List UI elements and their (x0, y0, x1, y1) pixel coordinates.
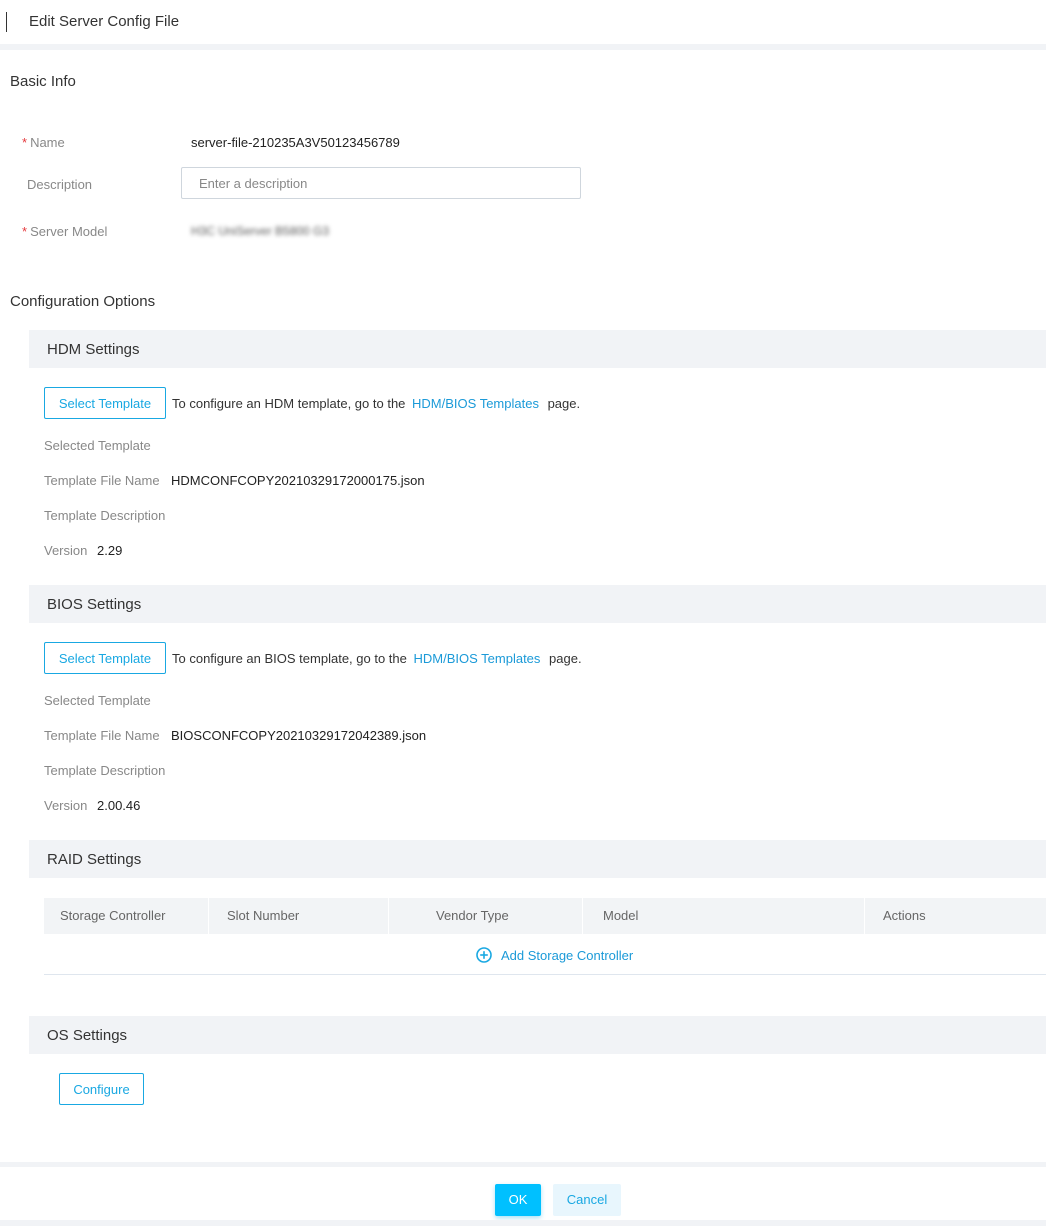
hdm-version-value: 2.29 (97, 543, 123, 558)
page-title: Edit Server Config File (29, 13, 180, 30)
hdm-hint-suffix: page. (547, 396, 581, 411)
bios-selected-template-label: Selected Template (44, 693, 151, 708)
cancel-button[interactable]: Cancel (553, 1184, 621, 1216)
hdm-description-label: Template Description (44, 508, 166, 523)
hdm-settings-title: HDM Settings (47, 341, 140, 358)
column-header-vendor-type: Vendor Type (389, 898, 582, 934)
os-configure-button[interactable]: Configure (59, 1073, 144, 1105)
raid-settings-header (29, 840, 1046, 878)
raid-table-bottom-border (44, 974, 1046, 975)
header-accent-bar (6, 12, 7, 32)
column-header-model: Model (583, 898, 864, 934)
description-label: Description (27, 177, 93, 192)
hdm-hint-prefix: To configure an HDM template, go to the (172, 396, 406, 411)
column-header-slot-number: Slot Number (209, 898, 388, 934)
required-asterisk: * (22, 135, 28, 150)
add-storage-controller-label: Add Storage Controller (501, 947, 634, 963)
footer-divider-top (0, 1162, 1046, 1167)
name-label-text: Name (30, 135, 65, 150)
description-input[interactable] (181, 167, 581, 199)
bios-version-value: 2.00.46 (97, 798, 141, 813)
header-divider (0, 44, 1046, 50)
bios-version-label: Version (44, 798, 88, 813)
os-settings-header (29, 1016, 1046, 1054)
hdm-file-name-label: Template File Name (44, 473, 160, 488)
bios-hint-suffix: page. (549, 651, 582, 666)
column-header-actions: Actions (865, 898, 1046, 934)
server-model-label: * Server Model (22, 224, 107, 239)
required-asterisk: * (22, 224, 28, 239)
basic-info-title: Basic Info (10, 73, 76, 90)
raid-settings-title: RAID Settings (47, 851, 142, 868)
plus-circle-icon (475, 946, 493, 964)
bios-select-template-button[interactable]: Select Template (44, 642, 166, 674)
hdm-bios-templates-link[interactable]: HDM/BIOS Templates (412, 396, 539, 411)
bios-settings-header (29, 585, 1046, 623)
bios-template-hint: To configure an BIOS template, go to the… (172, 651, 582, 666)
footer-divider-bottom (0, 1220, 1046, 1226)
hdm-selected-template-label: Selected Template (44, 438, 151, 453)
bios-description-label: Template Description (44, 763, 166, 778)
add-storage-controller-button[interactable]: Add Storage Controller (475, 945, 633, 965)
configuration-options-title: Configuration Options (10, 293, 156, 310)
hdm-file-name-value: HDMCONFCOPY20210329172000175.json (171, 473, 425, 488)
bios-settings-title: BIOS Settings (47, 596, 142, 613)
hdm-bios-templates-link[interactable]: HDM/BIOS Templates (414, 651, 541, 666)
server-model-label-text: Server Model (30, 224, 108, 239)
bios-file-name-label: Template File Name (44, 728, 160, 743)
hdm-settings-header (29, 330, 1046, 368)
hdm-version-label: Version (44, 543, 88, 558)
ok-button[interactable]: OK (495, 1184, 541, 1216)
name-label: * Name (22, 135, 65, 150)
column-header-storage-controller: Storage Controller (44, 898, 208, 934)
name-value: server-file-210235A3V50123456789 (191, 135, 400, 150)
os-settings-title: OS Settings (47, 1027, 128, 1044)
bios-file-name-value: BIOSCONFCOPY20210329172042389.json (171, 728, 427, 743)
server-model-value: H3C UniServer B5800 G3 (191, 224, 330, 238)
bios-hint-prefix: To configure an BIOS template, go to the (172, 651, 407, 666)
hdm-select-template-button[interactable]: Select Template (44, 387, 166, 419)
hdm-template-hint: To configure an HDM template, go to the … (172, 396, 580, 411)
